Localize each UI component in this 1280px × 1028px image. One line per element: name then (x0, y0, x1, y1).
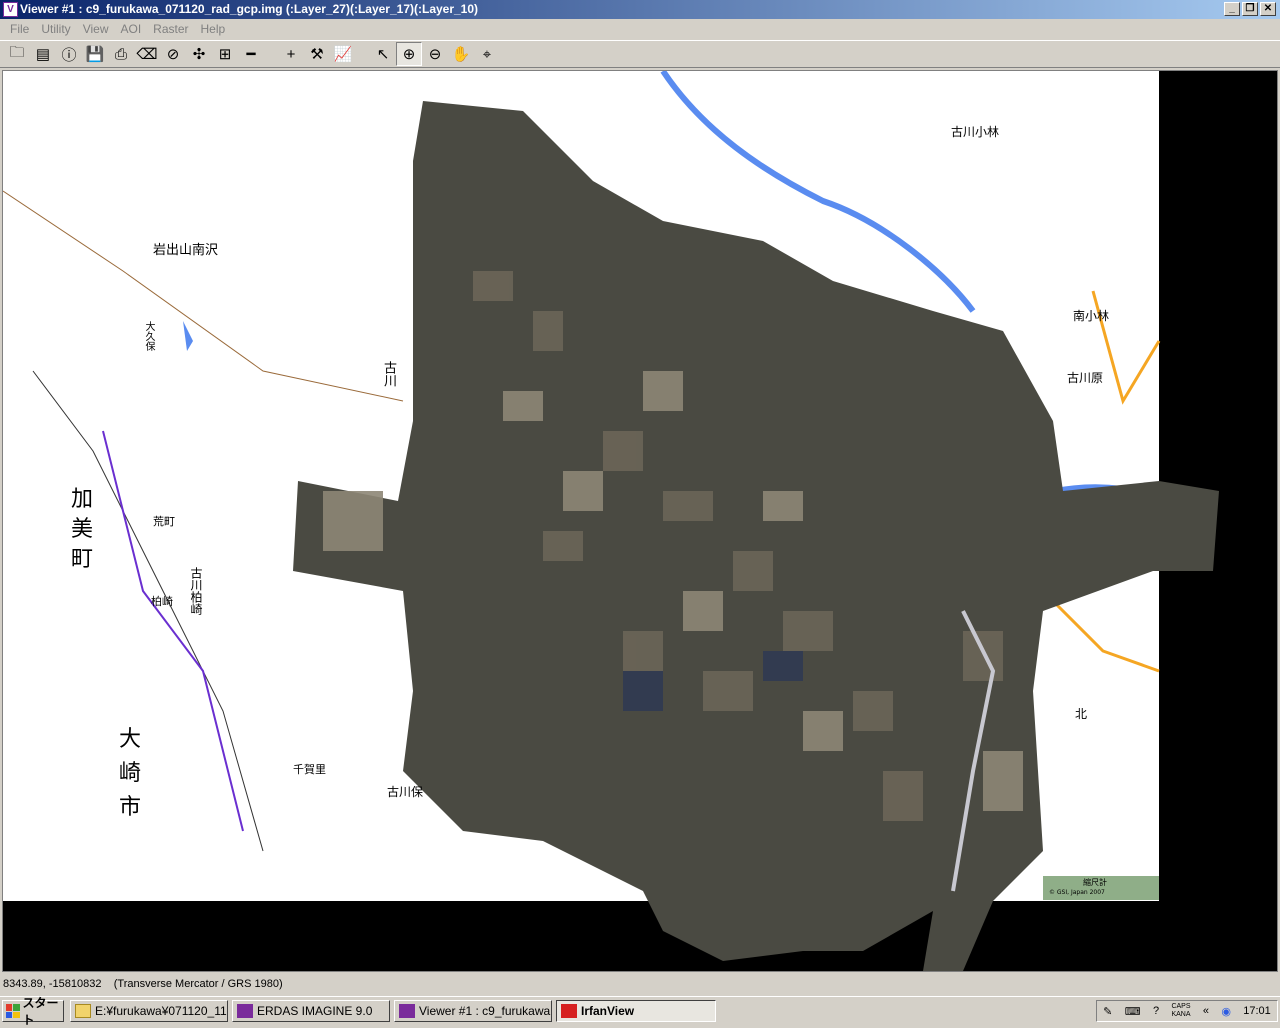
window-buttons: _ ❐ ✕ (1224, 2, 1276, 16)
open-layer-icon[interactable]: ▤ (30, 42, 56, 66)
help-icon[interactable]: ? (1153, 1005, 1159, 1017)
windows-flag-icon (6, 1004, 20, 1018)
title-bar[interactable]: V Viewer #1 : c9_furukawa_071120_rad_gcp… (0, 0, 1280, 19)
close-button[interactable]: ✕ (1260, 2, 1276, 16)
system-tray: ✎ ⌨ ? CAPS KANA « ◉ 17:01 (1096, 1000, 1278, 1022)
erdas-icon (237, 1004, 253, 1018)
task-explorer[interactable]: E:¥furukawa¥071120_1107 (70, 1000, 228, 1022)
network-icon[interactable]: ◉ (1221, 1005, 1231, 1018)
folder-icon (75, 1004, 91, 1018)
clear-icon[interactable]: ⊘ (160, 42, 186, 66)
pointer-icon[interactable]: ↖ (370, 42, 396, 66)
scalebar-panel (1043, 876, 1159, 900)
measure-icon[interactable]: ━ (238, 42, 264, 66)
minimize-button[interactable]: _ (1224, 2, 1240, 16)
pan-icon[interactable]: ✋ (448, 42, 474, 66)
ime-icon[interactable]: ⌨ (1125, 1005, 1141, 1018)
menu-bar: File Utility View AOI Raster Help (0, 19, 1280, 38)
menu-utility[interactable]: Utility (35, 22, 76, 36)
taskbar: スタート E:¥furukawa¥071120_1107 ERDAS IMAGI… (0, 996, 1280, 1027)
print-icon[interactable]: ⎙ (108, 42, 134, 66)
info-icon[interactable]: ⓘ (56, 42, 82, 66)
task-viewer[interactable]: Viewer #1 : c9_furukawa... (394, 1000, 552, 1022)
start-label: スタート (22, 996, 59, 1027)
task-erdas[interactable]: ERDAS IMAGINE 9.0 (232, 1000, 390, 1022)
menu-file[interactable]: File (4, 22, 35, 36)
task-label: IrfanView (581, 1004, 635, 1018)
toolbar-separator (356, 42, 370, 66)
task-label: Viewer #1 : c9_furukawa... (419, 1004, 552, 1018)
chevron-icon[interactable]: « (1203, 1005, 1209, 1017)
zoom-in-icon[interactable]: ⊕ (396, 42, 422, 66)
erdas-app-icon[interactable]: V (3, 2, 18, 17)
profile-icon[interactable]: 📈 (330, 42, 356, 66)
coordinates-readout: 8343.89, -15810832 (3, 978, 102, 990)
fit-icon[interactable]: ✣ (186, 42, 212, 66)
projection-readout: (Transverse Mercator / GRS 1980) (113, 978, 283, 990)
scale-icon[interactable]: ⊞ (212, 42, 238, 66)
tools-icon[interactable]: ⚒ (304, 42, 330, 66)
erase-icon[interactable]: ⌫ (134, 42, 160, 66)
toolbar: 🗀 ▤ ⓘ 💾 ⎙ ⌫ ⊘ ✣ ⊞ ━ + ⚒ 📈 ↖ ⊕ ⊖ ✋ ⌖ (0, 40, 1280, 68)
status-bar: 8343.89, -15810832 (Transverse Mercator … (0, 974, 1280, 994)
map-canvas (3, 71, 1219, 971)
irfanview-icon (561, 1004, 577, 1018)
clock: 17:01 (1243, 1005, 1271, 1017)
menu-aoi[interactable]: AOI (114, 22, 147, 36)
image-viewport[interactable]: 岩出山南沢 大久保 古川 加 美 町 大 崎 市 荒町 古川柏崎 柏崎 千賀里 … (2, 70, 1278, 972)
menu-raster[interactable]: Raster (147, 22, 194, 36)
menu-view[interactable]: View (77, 22, 115, 36)
start-button[interactable]: スタート (2, 996, 64, 1027)
task-irfanview[interactable]: IrfanView (556, 1000, 716, 1022)
task-label: ERDAS IMAGINE 9.0 (257, 1004, 373, 1018)
inquire-icon[interactable]: ⌖ (474, 42, 500, 66)
window-title: Viewer #1 : c9_furukawa_071120_rad_gcp.i… (20, 2, 479, 16)
restore-button[interactable]: ❐ (1242, 2, 1258, 16)
task-label: E:¥furukawa¥071120_1107 (95, 1004, 228, 1018)
save-icon[interactable]: 💾 (82, 42, 108, 66)
crosshair-icon[interactable]: + (278, 42, 304, 66)
open-icon[interactable]: 🗀 (4, 42, 30, 66)
caps-kana-indicator: CAPS KANA (1171, 1003, 1191, 1018)
viewer-icon (399, 1004, 415, 1018)
toolbar-separator (264, 42, 278, 66)
zoom-out-icon[interactable]: ⊖ (422, 42, 448, 66)
menu-help[interactable]: Help (195, 22, 232, 36)
pen-icon[interactable]: ✎ (1103, 1005, 1112, 1018)
